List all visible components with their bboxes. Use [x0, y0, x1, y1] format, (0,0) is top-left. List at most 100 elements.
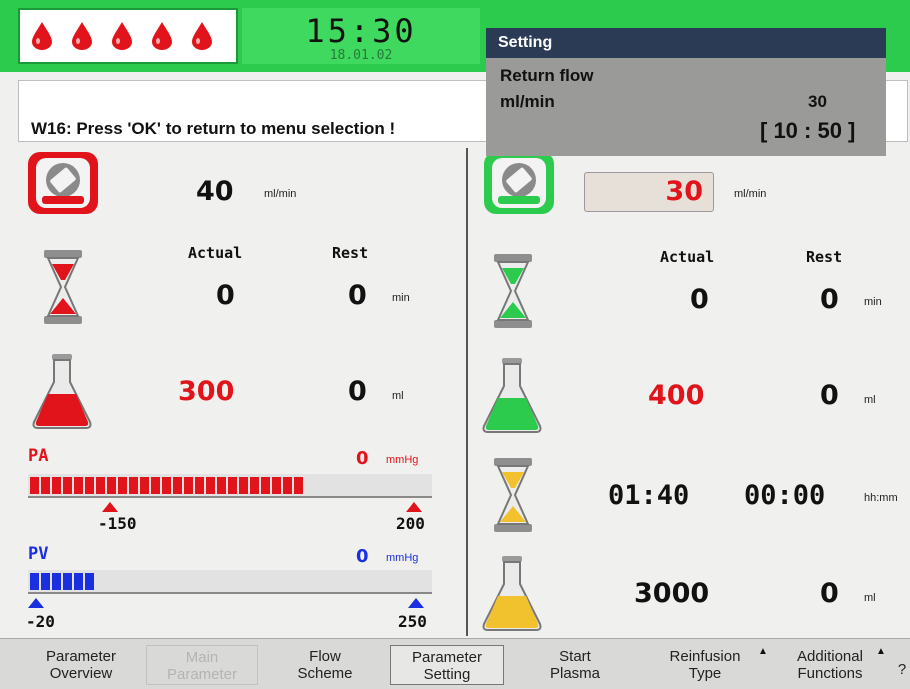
right-actual-header: Actual — [660, 248, 715, 266]
pressure-bar-segment — [118, 477, 127, 494]
pressure-bar-segment — [41, 477, 50, 494]
pv-label: PV — [28, 544, 49, 564]
setting-popup: Setting Return flow ml/min 30 [ 10 : 50 … — [486, 28, 886, 156]
clock-date: 18.01.02 — [329, 48, 393, 63]
blood-drop-icon — [72, 22, 92, 50]
hourglass-icon — [494, 254, 532, 328]
pa-value: 0 — [356, 448, 369, 469]
right-volume-unit: ml — [864, 394, 876, 406]
pressure-bar-segment — [217, 477, 226, 494]
pressure-bar-segment — [184, 477, 193, 494]
pa-min-marker — [102, 502, 118, 512]
return-flow-input[interactable]: 30 — [584, 172, 714, 212]
pressure-bar-segment — [239, 477, 248, 494]
clock: 15:30 18.01.02 — [242, 8, 480, 64]
pv-max-label: 250 — [398, 612, 427, 631]
pa-label: PA — [28, 446, 49, 466]
pa-max-marker — [406, 502, 422, 512]
main-parameter-button[interactable]: Main Parameter — [146, 645, 258, 685]
pressure-bar-segment — [261, 477, 270, 494]
blood-drop-icon — [152, 22, 172, 50]
right-time2-actual: 01:40 — [608, 480, 690, 511]
popup-title: Setting — [486, 28, 886, 58]
pressure-bar-segment — [30, 477, 39, 494]
popup-unit: ml/min — [500, 92, 555, 111]
blood-drop-icon — [192, 22, 212, 50]
left-time-rest: 0 — [348, 280, 367, 311]
pressure-bar-segment — [283, 477, 292, 494]
right-time-actual: 0 — [690, 284, 709, 315]
pa-min-label: -150 — [98, 514, 137, 533]
pressure-bar-segment — [151, 477, 160, 494]
clock-time: 15:30 — [305, 12, 417, 50]
pressure-bar-segment — [85, 573, 94, 590]
hourglass-icon — [44, 250, 82, 324]
right-volume-actual: 400 — [648, 380, 705, 411]
start-plasma-button[interactable]: Start Plasma — [520, 645, 630, 685]
pa-unit: mmHg — [386, 454, 419, 466]
pump-icon[interactable] — [484, 152, 554, 214]
pressure-bar-segment — [30, 573, 39, 590]
help-button[interactable]: ? — [894, 645, 910, 685]
right-pump-value: 30 — [665, 176, 703, 207]
pressure-bar-segment — [52, 477, 61, 494]
flow-scheme-button[interactable]: Flow Scheme — [270, 645, 380, 685]
pressure-bar-segment — [52, 573, 61, 590]
pressure-bar-segment — [272, 477, 281, 494]
pressure-bar-segment — [63, 477, 72, 494]
blood-drop-icon — [32, 22, 52, 50]
parameter-overview-button[interactable]: Parameter Overview — [26, 645, 136, 685]
right-time2-unit: hh:mm — [864, 492, 898, 504]
hourglass-icon — [494, 458, 532, 532]
pv-pressure-bar — [28, 570, 432, 594]
left-volume-actual: 300 — [178, 376, 235, 407]
pressure-bar-segment — [162, 477, 171, 494]
additional-functions-button[interactable]: Additional Functions — [774, 645, 886, 685]
right-time2-rest: 00:00 — [744, 480, 826, 511]
pa-max-label: 200 — [396, 514, 425, 533]
panel-divider — [466, 148, 468, 636]
pressure-bar-segment — [294, 477, 303, 494]
flask-icon — [482, 556, 542, 631]
left-volume-rest: 0 — [348, 376, 367, 407]
pressure-bar-segment — [85, 477, 94, 494]
left-pump-unit: ml/min — [264, 188, 297, 200]
pressure-bar-segment — [250, 477, 259, 494]
pump-icon[interactable] — [28, 152, 98, 214]
left-volume-unit: ml — [392, 390, 404, 402]
parameter-setting-button[interactable]: Parameter Setting — [390, 645, 504, 685]
expand-up-icon: ▲ — [876, 646, 886, 657]
warning-message: W16: Press 'OK' to return to menu select… — [31, 119, 396, 138]
popup-range: [ 10 : 50 ] — [760, 118, 856, 143]
blood-drop-icon — [112, 22, 132, 50]
right-volume2-unit: ml — [864, 592, 876, 604]
pa-pressure-bar — [28, 474, 432, 498]
pressure-bar-segment — [195, 477, 204, 494]
popup-value: 30 — [808, 92, 827, 111]
pressure-bar-segment — [63, 573, 72, 590]
right-volume2-rest: 0 — [820, 578, 839, 609]
pv-unit: mmHg — [386, 552, 419, 564]
pressure-bar-segment — [74, 573, 83, 590]
pv-value: 0 — [356, 546, 369, 567]
blood-level-indicator — [18, 8, 238, 64]
pressure-bar-segment — [41, 573, 50, 590]
pv-min-label: -20 — [26, 612, 55, 631]
left-rest-header: Rest — [332, 244, 369, 262]
pressure-bar-segment — [74, 477, 83, 494]
pressure-bar-segment — [173, 477, 182, 494]
right-volume2-actual: 3000 — [634, 578, 710, 609]
right-time-unit: min — [864, 296, 882, 308]
right-time-rest: 0 — [820, 284, 839, 315]
expand-up-icon: ▲ — [758, 646, 768, 657]
left-pump-value: 40 — [196, 176, 234, 207]
right-pump-unit: ml/min — [734, 188, 767, 200]
right-volume-rest: 0 — [820, 380, 839, 411]
pressure-bar-segment — [107, 477, 116, 494]
left-time-unit: min — [392, 292, 410, 304]
left-actual-header: Actual — [188, 244, 243, 262]
pressure-bar-segment — [206, 477, 215, 494]
flask-icon — [32, 354, 92, 429]
flask-icon — [482, 358, 542, 433]
reinfusion-type-button[interactable]: Reinfusion Type — [646, 645, 764, 685]
